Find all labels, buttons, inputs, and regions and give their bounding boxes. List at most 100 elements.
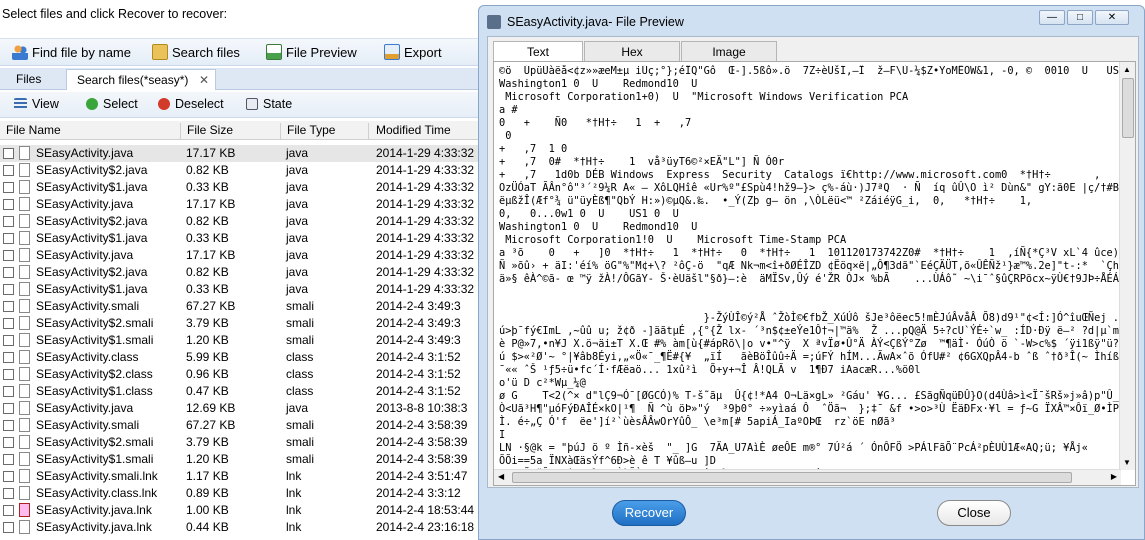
table-row[interactable]: SEasyActivity$2.smali 3.79 KB smali 2014-2-… bbox=[0, 315, 480, 332]
row-checkbox[interactable] bbox=[3, 522, 14, 533]
row-checkbox[interactable] bbox=[3, 403, 14, 414]
table-row[interactable]: SEasyActivity$2.class 0.96 KB class 2014-2-… bbox=[0, 366, 480, 383]
scroll-left-icon[interactable]: ◀ bbox=[498, 472, 504, 481]
scroll-right-icon[interactable]: ▶ bbox=[1111, 472, 1117, 481]
table-row[interactable]: SEasyActivity$1.java 0.33 KB java 2014-1-29… bbox=[0, 230, 480, 247]
file-size-cell: 67.27 KB bbox=[186, 299, 236, 313]
file-size-cell: 0.82 KB bbox=[186, 214, 229, 228]
row-checkbox[interactable] bbox=[3, 335, 14, 346]
row-checkbox[interactable] bbox=[3, 182, 14, 193]
row-checkbox[interactable] bbox=[3, 216, 14, 227]
table-row[interactable]: SEasyActivity.java.lnk 1.00 KB lnk 2014-2-4… bbox=[0, 502, 480, 519]
row-checkbox[interactable] bbox=[3, 250, 14, 261]
scroll-up-icon[interactable]: ▲ bbox=[1123, 65, 1131, 74]
modified-time-cell: 2014-1-29 4:33:32 bbox=[376, 248, 475, 262]
table-row[interactable]: SEasyActivity$1.java 0.33 KB java 2014-1-29… bbox=[0, 179, 480, 196]
table-row[interactable]: SEasyActivity.smali.lnk 1.17 KB lnk 2014-2-… bbox=[0, 468, 480, 485]
tab-image[interactable]: Image bbox=[681, 41, 777, 61]
column-modified-time[interactable]: Modified Time bbox=[370, 123, 480, 140]
row-checkbox[interactable] bbox=[3, 471, 14, 482]
table-row[interactable]: SEasyActivity.java 17.17 KB java 2014-1-29 … bbox=[0, 196, 480, 213]
file-name-cell: SEasyActivity.java.lnk bbox=[36, 503, 152, 517]
row-checkbox[interactable] bbox=[3, 505, 14, 516]
row-checkbox[interactable] bbox=[3, 352, 14, 363]
table-row[interactable]: SEasyActivity.class.lnk 0.89 KB lnk 2014-2-… bbox=[0, 485, 480, 502]
preview-line: Ò<Uã³H¶"µóFýÐAÎÉ×kO|¹¶ Ñ ^ù öÞ»"ý ³9þ0° … bbox=[499, 403, 1119, 415]
preview-line: 0 + Ñ0 *†H†÷ 1 + ,7 bbox=[499, 117, 692, 129]
row-checkbox[interactable] bbox=[3, 318, 14, 329]
row-checkbox[interactable] bbox=[3, 233, 14, 244]
java-file-icon bbox=[487, 15, 501, 29]
table-row[interactable]: SEasyActivity$2.java 0.82 KB java 2014-1-29… bbox=[0, 264, 480, 281]
row-checkbox[interactable] bbox=[3, 148, 14, 159]
table-row[interactable]: SEasyActivity$1.smali 1.20 KB smali 2014-2-… bbox=[0, 451, 480, 468]
table-row[interactable]: SEasyActivity.java 12.69 KB java 2013-8-8 1… bbox=[0, 400, 480, 417]
table-row[interactable]: SEasyActivity.smali 67.27 KB smali 2014-2-4… bbox=[0, 298, 480, 315]
table-row[interactable]: SEasyActivity$1.smali 1.20 KB smali 2014-2-… bbox=[0, 332, 480, 349]
row-checkbox[interactable] bbox=[3, 437, 14, 448]
row-checkbox[interactable] bbox=[3, 199, 14, 210]
vertical-scroll-thumb[interactable] bbox=[1122, 78, 1134, 138]
preview-line: Ñ »õû› + äI:'éí% öG"%"M¢+\? ²ôÇ-ö "qÆ Nk… bbox=[499, 260, 1119, 272]
row-checkbox[interactable] bbox=[3, 165, 14, 176]
table-row[interactable]: SEasyActivity.java.lnk 0.44 KB lnk 2014-2-4… bbox=[0, 519, 480, 536]
dialog-title: SEasyActivity.java- File Preview bbox=[507, 15, 684, 29]
table-row[interactable]: SEasyActivity.class 5.99 KB class 2014-2-4 … bbox=[0, 349, 480, 366]
preview-line: Microsoft Corporation1+0) U "Microsoft W… bbox=[499, 91, 909, 103]
tab-files[interactable]: Files bbox=[6, 69, 51, 90]
file-size-cell: 12.69 KB bbox=[186, 401, 236, 415]
preview-line: ä»§ êÀ^©ã- œ ™ÿ žÀ!/ÔGãY- Š·èUäšl"§ð}—:è… bbox=[499, 273, 1119, 285]
modified-time-cell: 2014-1-29 4:33:32 bbox=[376, 146, 475, 160]
tab-search-files[interactable]: Search files(*seasy*) ✕ bbox=[66, 69, 216, 90]
row-checkbox[interactable] bbox=[3, 454, 14, 465]
column-file-name[interactable]: File Name bbox=[0, 123, 181, 140]
row-checkbox[interactable] bbox=[3, 267, 14, 278]
search-files-button[interactable]: Search files bbox=[152, 44, 240, 60]
preview-line: Microsoft Corporation1!0 U Microsoft Tim… bbox=[499, 234, 847, 246]
tab-text[interactable]: Text bbox=[493, 41, 583, 62]
horizontal-scroll-thumb[interactable] bbox=[512, 472, 1072, 483]
table-row[interactable]: SEasyActivity$2.smali 3.79 KB smali 2014-2-… bbox=[0, 434, 480, 451]
column-file-size[interactable]: File Size bbox=[182, 123, 281, 140]
maximize-button[interactable]: □ bbox=[1067, 10, 1093, 25]
modified-time-cell: 2014-2-4 3:58:39 bbox=[376, 452, 468, 466]
select-button[interactable]: Select bbox=[86, 97, 138, 111]
close-tab-icon[interactable]: ✕ bbox=[199, 73, 209, 87]
row-checkbox[interactable] bbox=[3, 284, 14, 295]
deselect-button[interactable]: Deselect bbox=[158, 97, 224, 111]
row-checkbox[interactable] bbox=[3, 386, 14, 397]
vertical-scrollbar[interactable]: ▲ ▼ bbox=[1119, 62, 1135, 470]
file-size-cell: 3.79 KB bbox=[186, 435, 229, 449]
tab-hex[interactable]: Hex bbox=[584, 41, 680, 61]
close-window-button[interactable]: ✕ bbox=[1095, 10, 1129, 25]
horizontal-scrollbar[interactable]: ◀ ▶ bbox=[494, 469, 1121, 485]
table-row[interactable]: SEasyActivity.java 17.17 KB java 2014-1-29 … bbox=[0, 247, 480, 264]
view-button[interactable]: View bbox=[14, 97, 59, 111]
row-checkbox[interactable] bbox=[3, 488, 14, 499]
table-row[interactable]: SEasyActivity$1.java 0.33 KB java 2014-1-29… bbox=[0, 281, 480, 298]
text-preview-area[interactable]: ©ö ÚpüÙàëå<¢z»»æeM±µ iÙç;°};éÎQ"Gô Œ-].5… bbox=[493, 61, 1136, 486]
export-button[interactable]: Export bbox=[384, 44, 442, 60]
file-list-header: File Name File Size File Type Modified T… bbox=[0, 121, 480, 140]
recover-button[interactable]: Recover bbox=[612, 500, 686, 526]
row-checkbox[interactable] bbox=[3, 369, 14, 380]
file-type-cell: smali bbox=[286, 333, 315, 347]
minimize-button[interactable]: — bbox=[1039, 10, 1065, 25]
find-by-name-button[interactable]: Find file by name bbox=[12, 44, 131, 60]
table-row[interactable]: SEasyActivity$2.java 0.82 KB java 2014-1-29… bbox=[0, 213, 480, 230]
row-checkbox[interactable] bbox=[3, 301, 14, 312]
table-row[interactable]: SEasyActivity$2.java 0.82 KB java 2014-1-29… bbox=[0, 162, 480, 179]
file-name-cell: SEasyActivity.smali bbox=[36, 418, 140, 432]
table-row[interactable]: SEasyActivity.java 17.17 KB java 2014-1-29 … bbox=[0, 145, 480, 162]
table-row[interactable]: SEasyActivity.smali 67.27 KB smali 2014-2-4… bbox=[0, 417, 480, 434]
table-row[interactable]: SEasyActivity$1.class 0.47 KB class 2014-2-… bbox=[0, 383, 480, 400]
instruction-text: Select files and click Recover to recove… bbox=[2, 7, 228, 21]
row-checkbox[interactable] bbox=[3, 420, 14, 431]
modified-time-cell: 2014-1-29 4:33:32 bbox=[376, 180, 475, 194]
scroll-down-icon[interactable]: ▼ bbox=[1123, 458, 1131, 467]
state-button[interactable]: State bbox=[246, 97, 292, 111]
preview-icon bbox=[266, 44, 282, 60]
file-preview-button[interactable]: File Preview bbox=[266, 44, 357, 60]
column-file-type[interactable]: File Type bbox=[282, 123, 369, 140]
close-button[interactable]: Close bbox=[937, 500, 1011, 526]
